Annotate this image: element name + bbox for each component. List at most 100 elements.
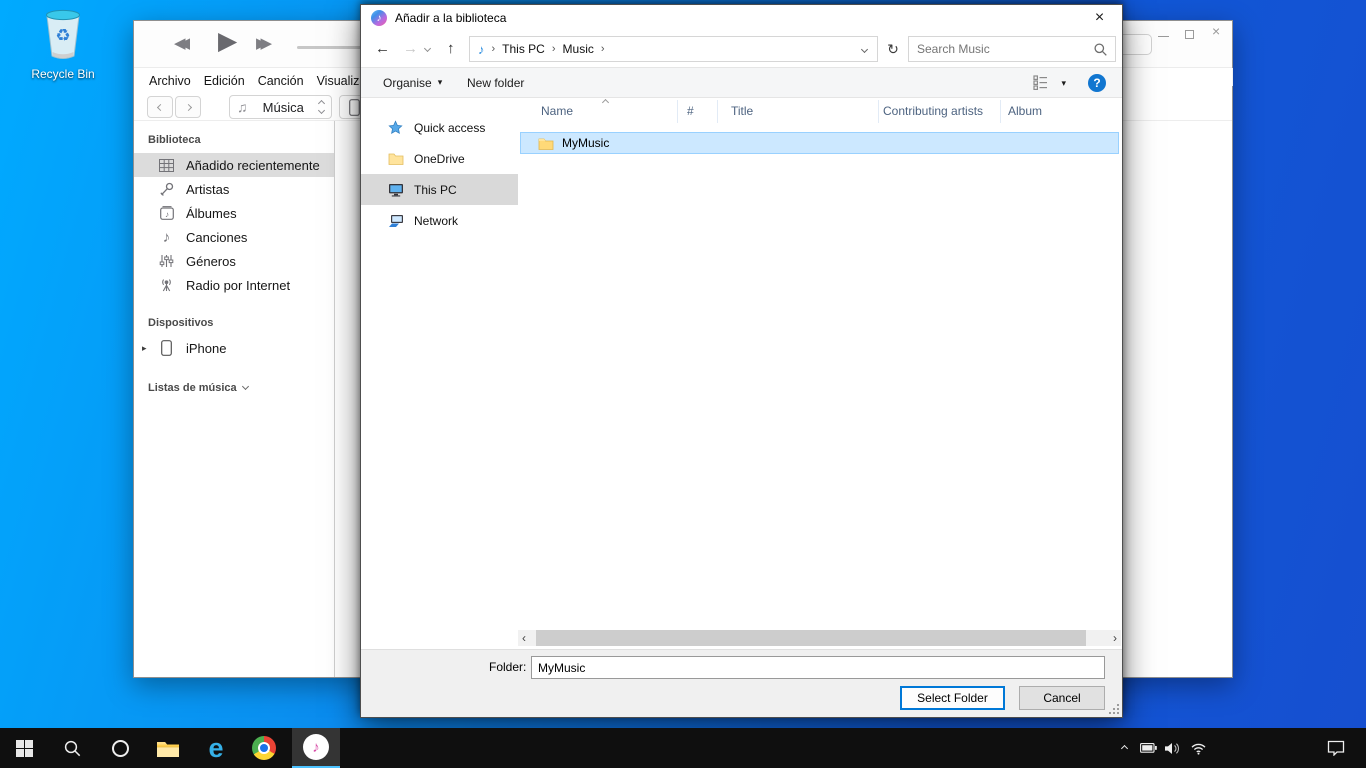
horizontal-scrollbar[interactable]: ‹ › (518, 630, 1121, 646)
nav-pane-onedrive[interactable]: OneDrive (361, 143, 518, 174)
faders-icon (158, 254, 175, 268)
back-button[interactable] (147, 96, 173, 118)
resize-grip[interactable] (1117, 712, 1119, 714)
address-bar[interactable]: ♪ › This PC › Music › (469, 36, 878, 62)
column-name[interactable]: Name (541, 104, 573, 118)
up-down-chevrons-icon (319, 101, 324, 113)
itunes-icon: ♪ (303, 734, 329, 760)
library-selector[interactable]: ♫ Música (229, 95, 332, 119)
chevron-right-icon (184, 103, 191, 110)
dialog-nav-pane: Quick access OneDrive This PC Network (361, 98, 518, 630)
fast-forward-icon[interactable]: ▶▶ (256, 34, 265, 52)
taskbar-search-button[interactable] (48, 728, 96, 768)
sort-ascending-caret (602, 99, 609, 106)
minimize-icon[interactable] (1158, 36, 1169, 37)
sidebar-item-artistas[interactable]: Artistas (134, 177, 334, 201)
forward-button[interactable] (175, 96, 201, 118)
select-folder-button[interactable]: Select Folder (900, 686, 1005, 710)
column-album[interactable]: Album (1008, 104, 1042, 118)
dialog-footer: Folder: Select Folder Cancel (361, 649, 1122, 717)
maximize-icon[interactable] (1185, 30, 1194, 39)
menu-archivo[interactable]: Archivo (149, 74, 191, 88)
search-input[interactable] (909, 37, 1079, 61)
sidebar-item-generos[interactable]: Géneros (134, 249, 334, 273)
volume-icon[interactable] (1160, 728, 1184, 768)
file-explorer-icon (156, 739, 180, 758)
windows-desktop: { "colors": { "accent": "#0078d7", "sele… (0, 0, 1366, 768)
sidebar-item-albumes[interactable]: ♪ Álbumes (134, 201, 334, 225)
internet-explorer-button[interactable]: e (192, 728, 240, 768)
refresh-icon[interactable]: ↻ (882, 36, 904, 62)
start-button[interactable] (0, 728, 48, 768)
chrome-button[interactable] (240, 728, 288, 768)
organise-button[interactable]: Organise ▾ (383, 68, 442, 97)
close-icon[interactable]: × (1212, 23, 1220, 39)
file-name: MyMusic (562, 136, 609, 150)
scroll-right-icon[interactable]: › (1109, 631, 1121, 645)
scrollbar-thumb[interactable] (536, 630, 1086, 646)
recycle-bin-label: Recycle Bin (24, 67, 102, 81)
chevron-down-icon[interactable] (424, 45, 431, 52)
menu-edicion[interactable]: Edición (204, 74, 245, 88)
itunes-taskbar-button[interactable]: ♪ (292, 728, 340, 768)
up-arrow-icon[interactable]: ↑ (447, 40, 455, 57)
nav-pane-label: Quick access (414, 121, 485, 135)
file-row-mymusic[interactable]: MyMusic (520, 132, 1119, 154)
triangle-right-icon[interactable]: ▸ (142, 343, 147, 354)
sidebar-item-iphone[interactable]: ▸ iPhone (134, 336, 334, 360)
battery-icon[interactable] (1136, 728, 1160, 768)
list-view-icon[interactable] (1033, 75, 1048, 93)
chevron-down-icon (242, 383, 249, 390)
music-note-icon: ♫ (237, 99, 248, 115)
file-list: Name # Title Contributing artists Album … (518, 98, 1121, 630)
sidebar-item-canciones[interactable]: ♪ Canciones (134, 225, 334, 249)
back-arrow-icon[interactable]: ← (375, 40, 390, 57)
nav-pane-network[interactable]: Network (361, 205, 518, 236)
dialog-close-button[interactable]: × (1077, 5, 1122, 31)
dialog-search-box (908, 36, 1116, 62)
nav-pane-this-pc[interactable]: This PC (361, 174, 518, 205)
cortana-icon (112, 740, 129, 757)
nav-pane-label: This PC (414, 183, 457, 197)
new-folder-button[interactable]: New folder (467, 68, 524, 97)
menu-cancion[interactable]: Canción (258, 74, 304, 88)
chevron-down-icon[interactable] (861, 45, 868, 52)
sidebar-item-label: Radio por Internet (186, 278, 290, 293)
library-section-header: Biblioteca (134, 121, 334, 153)
wifi-icon[interactable] (1186, 728, 1210, 768)
breadcrumb-this-pc[interactable]: This PC (502, 42, 545, 56)
recycle-bin-desktop-icon[interactable]: ♻ Recycle Bin (24, 8, 102, 81)
forward-arrow-icon[interactable]: → (403, 40, 418, 57)
add-to-library-dialog: ♪ Añadir a la biblioteca × ← → ↑ ♪ › Thi… (360, 4, 1123, 718)
onedrive-folder-icon (387, 152, 404, 165)
nav-pane-quick-access[interactable]: Quick access (361, 112, 518, 143)
action-center-icon[interactable] (1320, 728, 1352, 768)
music-note-icon: ♪ (158, 229, 175, 246)
column-contributing-artists[interactable]: Contributing artists (883, 104, 983, 118)
play-icon[interactable]: ▶ (218, 26, 237, 56)
scroll-left-icon[interactable]: ‹ (518, 631, 530, 645)
breadcrumb-music[interactable]: Music (563, 42, 594, 56)
cortana-button[interactable] (96, 728, 144, 768)
chrome-icon (252, 736, 276, 760)
search-icon[interactable] (1094, 43, 1107, 56)
sidebar-item-radio-por-internet[interactable]: Radio por Internet (134, 273, 334, 297)
caret-down-icon[interactable]: ▾ (1061, 74, 1066, 92)
iphone-icon (349, 99, 360, 116)
microphone-icon (158, 182, 175, 197)
sidebar-item-label: Canciones (186, 230, 247, 245)
cancel-button[interactable]: Cancel (1019, 686, 1105, 710)
playlists-section-header[interactable]: Listas de música (134, 360, 334, 401)
file-explorer-button[interactable] (144, 728, 192, 768)
itunes-app-icon: ♪ (371, 10, 387, 26)
column-title[interactable]: Title (731, 104, 753, 118)
itunes-sidebar: Biblioteca Añadido recientemente Artista… (134, 121, 335, 677)
dialog-nav-row: ← → ↑ ♪ › This PC › Music › ↻ (361, 31, 1122, 67)
sidebar-item-anadido-recientemente[interactable]: Añadido recientemente (134, 153, 334, 177)
devices-section-header: Dispositivos (134, 297, 334, 336)
rewind-icon[interactable]: ◀◀ (174, 34, 183, 52)
column-number[interactable]: # (687, 104, 694, 118)
folder-name-input[interactable] (531, 656, 1105, 679)
tray-chevron-up-icon[interactable] (1112, 728, 1136, 768)
help-icon[interactable]: ? (1088, 74, 1106, 92)
